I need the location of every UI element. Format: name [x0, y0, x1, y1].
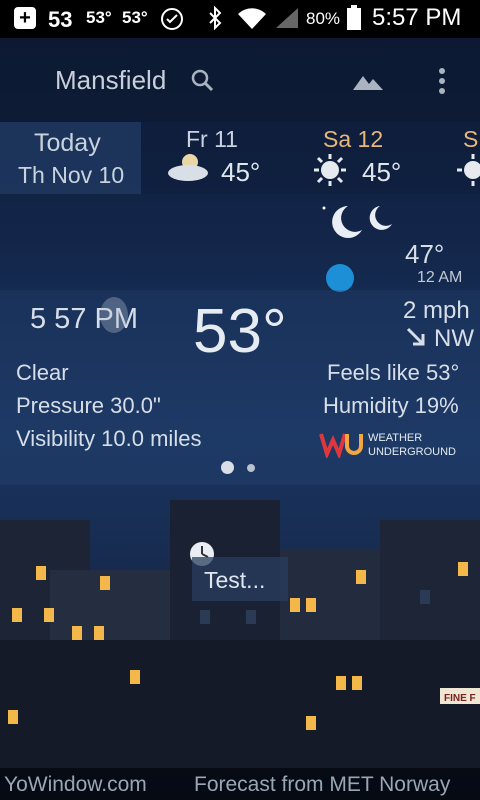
- timeline-temp: 47°: [405, 239, 445, 269]
- forecast-day-sun[interactable]: S: [455, 122, 480, 194]
- wind-arrow-icon: [405, 326, 427, 353]
- test-button-label: Test...: [204, 567, 266, 593]
- shop-sign: FINE F: [440, 688, 480, 704]
- signal-icon: [274, 6, 300, 36]
- wu-logo-line2: UNDERGROUND: [368, 446, 456, 458]
- sun-icon: [312, 152, 348, 193]
- search-icon[interactable]: [190, 68, 216, 99]
- add-notification-icon: +: [14, 7, 36, 29]
- timeline-time: 12 AM: [417, 269, 463, 286]
- current-temp: 53°: [193, 297, 287, 366]
- wu-logo-line1: WEATHER: [368, 432, 423, 444]
- yowindow-link[interactable]: YoWindow.com: [4, 773, 147, 797]
- shop-sign-text: FINE F: [444, 693, 476, 704]
- status-temp-1: 53: [48, 7, 73, 32]
- forecast-today-date: Th Nov 10: [18, 162, 125, 188]
- city-name[interactable]: Mansfield: [55, 65, 166, 96]
- forecast-today[interactable]: Today Th Nov 10: [0, 122, 141, 194]
- footer-bar: YoWindow.com Forecast from MET Norway: [0, 768, 480, 800]
- landscape-icon[interactable]: [351, 66, 385, 99]
- status-time: 5:57 PM: [372, 4, 462, 31]
- wu-logo-icon: [319, 433, 363, 458]
- forecast-day-sat[interactable]: Sa 12 45°: [310, 122, 430, 194]
- check-circle-icon: [160, 7, 184, 37]
- page-indicator[interactable]: [247, 464, 255, 472]
- status-temp-3: 53°: [122, 8, 148, 27]
- forecast-day-label: Sa 12: [323, 126, 384, 152]
- moon-phase-icon: [100, 297, 128, 333]
- bluetooth-icon: [206, 5, 224, 38]
- wifi-icon: [236, 6, 268, 36]
- test-button[interactable]: Test...: [192, 557, 288, 601]
- forecast-temp: 45°: [221, 157, 261, 187]
- page-indicator-active[interactable]: [221, 461, 234, 474]
- city-scene: [0, 480, 480, 768]
- time-slider-handle[interactable]: [326, 264, 354, 292]
- sun-icon: [455, 152, 480, 193]
- moon-icon: [318, 200, 398, 250]
- more-options-icon[interactable]: [437, 67, 447, 100]
- forecast-source-link[interactable]: Forecast from MET Norway: [194, 773, 450, 797]
- battery-percent: 80%: [306, 9, 341, 28]
- forecast-day-label: Fr 11: [186, 126, 238, 152]
- status-temp-2: 53°: [86, 8, 112, 27]
- wind-speed: 2 mph: [403, 297, 470, 324]
- feels-like: Feels like 53°: [327, 360, 460, 385]
- wind-direction: NW: [434, 325, 474, 352]
- forecast-day-label: S: [463, 126, 479, 152]
- visibility: Visibility 10.0 miles: [16, 426, 202, 451]
- weather-underground-logo[interactable]: WEATHER UNDERGROUND: [319, 428, 459, 462]
- condition: Clear: [16, 360, 69, 385]
- pressure: Pressure 30.0": [16, 393, 161, 418]
- partly-cloudy-icon: [166, 152, 212, 187]
- humidity: Humidity 19%: [323, 393, 459, 418]
- battery-icon: [346, 4, 362, 38]
- forecast-today-label: Today: [34, 129, 101, 157]
- status-bar: + 53 53° 53° 80% 5:57 PM: [0, 0, 480, 38]
- forecast-temp: 45°: [362, 157, 402, 187]
- forecast-day-fri[interactable]: Fr 11 45°: [160, 122, 280, 194]
